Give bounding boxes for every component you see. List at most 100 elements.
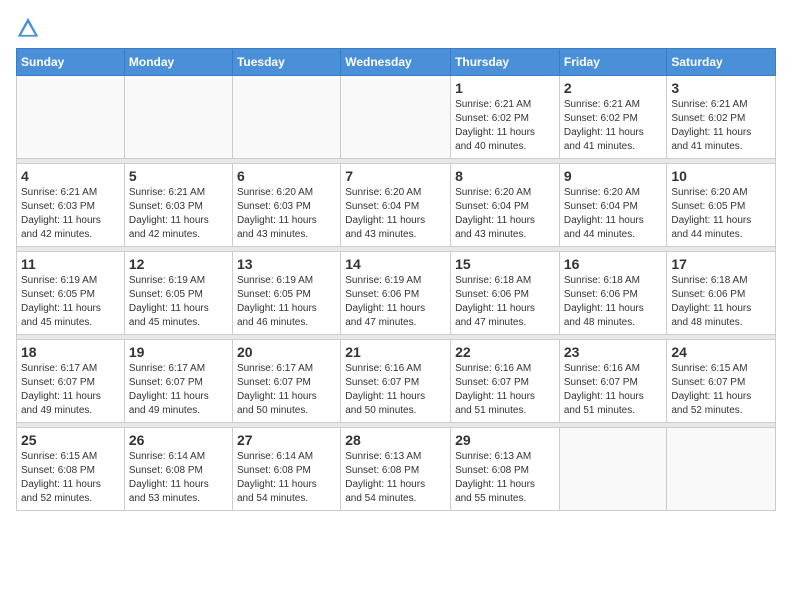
day-number: 4 (21, 168, 120, 184)
day-info: Sunrise: 6:20 AM Sunset: 6:04 PM Dayligh… (345, 186, 446, 242)
day-number: 24 (671, 344, 771, 360)
day-info: Sunrise: 6:18 AM Sunset: 6:06 PM Dayligh… (671, 274, 771, 330)
day-number: 5 (129, 168, 228, 184)
weekday-header-friday: Friday (559, 49, 667, 76)
day-info: Sunrise: 6:17 AM Sunset: 6:07 PM Dayligh… (129, 362, 228, 418)
day-number: 16 (564, 256, 663, 272)
logo-icon (16, 16, 40, 40)
header (16, 16, 776, 40)
day-number: 7 (345, 168, 446, 184)
day-number: 11 (21, 256, 120, 272)
day-number: 22 (455, 344, 555, 360)
day-info: Sunrise: 6:16 AM Sunset: 6:07 PM Dayligh… (345, 362, 446, 418)
calendar-cell: 16 Sunrise: 6:18 AM Sunset: 6:06 PM Dayli… (559, 252, 667, 335)
calendar-cell: 2 Sunrise: 6:21 AM Sunset: 6:02 PM Daylig… (559, 76, 667, 159)
calendar-cell: 24 Sunrise: 6:15 AM Sunset: 6:07 PM Dayli… (667, 340, 776, 423)
day-info: Sunrise: 6:21 AM Sunset: 6:02 PM Dayligh… (564, 98, 663, 154)
calendar-cell: 29Sunrise: 6:13 AM Sunset: 6:08 PM Dayli… (451, 428, 560, 511)
weekday-header-wednesday: Wednesday (341, 49, 451, 76)
day-info: Sunrise: 6:13 AM Sunset: 6:08 PM Dayligh… (345, 450, 446, 506)
calendar-cell: 26 Sunrise: 6:14 AM Sunset: 6:08 PM Dayli… (124, 428, 232, 511)
calendar-cell: 13 Sunrise: 6:19 AM Sunset: 6:05 PM Dayli… (232, 252, 340, 335)
day-number: 12 (129, 256, 228, 272)
day-info: Sunrise: 6:21 AM Sunset: 6:02 PM Dayligh… (671, 98, 771, 154)
calendar-cell: 1Sunrise: 6:21 AM Sunset: 6:02 PM Daylig… (451, 76, 560, 159)
calendar-cell: 9 Sunrise: 6:20 AM Sunset: 6:04 PM Daylig… (559, 164, 667, 247)
calendar-cell: 27Sunrise: 6:14 AM Sunset: 6:08 PM Dayli… (232, 428, 340, 511)
day-number: 18 (21, 344, 120, 360)
day-number: 9 (564, 168, 663, 184)
calendar-cell: 7 Sunrise: 6:20 AM Sunset: 6:04 PM Daylig… (341, 164, 451, 247)
calendar-cell: 17Sunrise: 6:18 AM Sunset: 6:06 PM Dayli… (667, 252, 776, 335)
day-number: 20 (237, 344, 336, 360)
calendar-cell: 25 Sunrise: 6:15 AM Sunset: 6:08 PM Dayli… (17, 428, 125, 511)
day-number: 10 (671, 168, 771, 184)
day-number: 3 (671, 80, 771, 96)
calendar-cell (232, 76, 340, 159)
calendar-cell (124, 76, 232, 159)
day-info: Sunrise: 6:14 AM Sunset: 6:08 PM Dayligh… (129, 450, 228, 506)
day-info: Sunrise: 6:15 AM Sunset: 6:08 PM Dayligh… (21, 450, 120, 506)
day-number: 2 (564, 80, 663, 96)
day-info: Sunrise: 6:19 AM Sunset: 6:05 PM Dayligh… (237, 274, 336, 330)
day-info: Sunrise: 6:16 AM Sunset: 6:07 PM Dayligh… (455, 362, 555, 418)
day-info: Sunrise: 6:17 AM Sunset: 6:07 PM Dayligh… (237, 362, 336, 418)
day-number: 8 (455, 168, 555, 184)
day-info: Sunrise: 6:21 AM Sunset: 6:03 PM Dayligh… (129, 186, 228, 242)
calendar-cell: 23 Sunrise: 6:16 AM Sunset: 6:07 PM Dayli… (559, 340, 667, 423)
calendar-cell: 15 Sunrise: 6:18 AM Sunset: 6:06 PM Dayli… (451, 252, 560, 335)
weekday-header-row: SundayMondayTuesdayWednesdayThursdayFrid… (17, 49, 776, 76)
calendar-week-4: 25 Sunrise: 6:15 AM Sunset: 6:08 PM Dayli… (17, 428, 776, 511)
day-info: Sunrise: 6:16 AM Sunset: 6:07 PM Dayligh… (564, 362, 663, 418)
calendar-cell: 28 Sunrise: 6:13 AM Sunset: 6:08 PM Dayli… (341, 428, 451, 511)
day-number: 28 (345, 432, 446, 448)
calendar-week-0: 1Sunrise: 6:21 AM Sunset: 6:02 PM Daylig… (17, 76, 776, 159)
day-number: 25 (21, 432, 120, 448)
day-info: Sunrise: 6:15 AM Sunset: 6:07 PM Dayligh… (671, 362, 771, 418)
day-number: 21 (345, 344, 446, 360)
day-number: 23 (564, 344, 663, 360)
day-number: 15 (455, 256, 555, 272)
day-info: Sunrise: 6:21 AM Sunset: 6:02 PM Dayligh… (455, 98, 555, 154)
day-info: Sunrise: 6:20 AM Sunset: 6:04 PM Dayligh… (564, 186, 663, 242)
calendar-cell: 21 Sunrise: 6:16 AM Sunset: 6:07 PM Dayli… (341, 340, 451, 423)
calendar-cell: 8 Sunrise: 6:20 AM Sunset: 6:04 PM Daylig… (451, 164, 560, 247)
day-info: Sunrise: 6:19 AM Sunset: 6:06 PM Dayligh… (345, 274, 446, 330)
calendar-table: SundayMondayTuesdayWednesdayThursdayFrid… (16, 48, 776, 511)
weekday-header-saturday: Saturday (667, 49, 776, 76)
day-info: Sunrise: 6:18 AM Sunset: 6:06 PM Dayligh… (564, 274, 663, 330)
logo (16, 16, 44, 40)
calendar-cell: 11Sunrise: 6:19 AM Sunset: 6:05 PM Dayli… (17, 252, 125, 335)
day-number: 14 (345, 256, 446, 272)
calendar-cell (667, 428, 776, 511)
day-number: 27 (237, 432, 336, 448)
day-number: 6 (237, 168, 336, 184)
calendar-cell: 3 Sunrise: 6:21 AM Sunset: 6:02 PM Daylig… (667, 76, 776, 159)
day-number: 29 (455, 432, 555, 448)
day-info: Sunrise: 6:17 AM Sunset: 6:07 PM Dayligh… (21, 362, 120, 418)
day-info: Sunrise: 6:20 AM Sunset: 6:05 PM Dayligh… (671, 186, 771, 242)
day-number: 26 (129, 432, 228, 448)
weekday-header-tuesday: Tuesday (232, 49, 340, 76)
day-info: Sunrise: 6:20 AM Sunset: 6:03 PM Dayligh… (237, 186, 336, 242)
calendar-cell (559, 428, 667, 511)
calendar-cell: 19 Sunrise: 6:17 AM Sunset: 6:07 PM Dayli… (124, 340, 232, 423)
calendar-cell: 22 Sunrise: 6:16 AM Sunset: 6:07 PM Dayli… (451, 340, 560, 423)
calendar-cell (17, 76, 125, 159)
day-info: Sunrise: 6:20 AM Sunset: 6:04 PM Dayligh… (455, 186, 555, 242)
calendar-cell: 14 Sunrise: 6:19 AM Sunset: 6:06 PM Dayli… (341, 252, 451, 335)
day-info: Sunrise: 6:18 AM Sunset: 6:06 PM Dayligh… (455, 274, 555, 330)
calendar-cell: 6 Sunrise: 6:20 AM Sunset: 6:03 PM Daylig… (232, 164, 340, 247)
calendar-body: 1Sunrise: 6:21 AM Sunset: 6:02 PM Daylig… (17, 76, 776, 511)
day-info: Sunrise: 6:19 AM Sunset: 6:05 PM Dayligh… (129, 274, 228, 330)
calendar-cell: 12 Sunrise: 6:19 AM Sunset: 6:05 PM Dayli… (124, 252, 232, 335)
calendar-cell: 5 Sunrise: 6:21 AM Sunset: 6:03 PM Daylig… (124, 164, 232, 247)
calendar-cell (341, 76, 451, 159)
calendar-cell: 4 Sunrise: 6:21 AM Sunset: 6:03 PM Daylig… (17, 164, 125, 247)
day-number: 13 (237, 256, 336, 272)
weekday-header-monday: Monday (124, 49, 232, 76)
day-number: 19 (129, 344, 228, 360)
calendar-cell: 10 Sunrise: 6:20 AM Sunset: 6:05 PM Dayli… (667, 164, 776, 247)
calendar-week-3: 18 Sunrise: 6:17 AM Sunset: 6:07 PM Dayli… (17, 340, 776, 423)
day-info: Sunrise: 6:21 AM Sunset: 6:03 PM Dayligh… (21, 186, 120, 242)
